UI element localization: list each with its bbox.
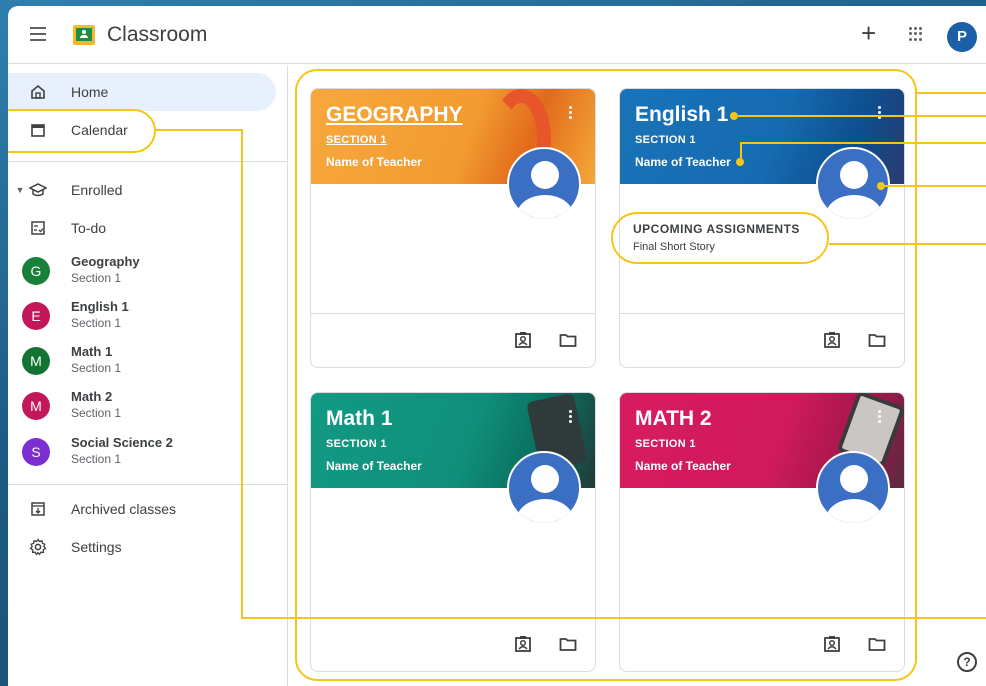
sidebar-class-math-2[interactable]: M Math 2 Section 1 <box>8 386 276 430</box>
archive-icon <box>28 499 48 519</box>
sidebar-item-enrolled[interactable]: ▼ Enrolled <box>8 171 276 209</box>
sidebar: Home Calendar ▼ Enrolled To-do G Geograp… <box>8 65 288 686</box>
folder-icon[interactable] <box>868 635 886 653</box>
class-card-math-1[interactable]: Math 1 SECTION 1 Name of Teacher <box>310 392 596 672</box>
sidebar-item-label: Archived classes <box>71 501 177 517</box>
teacher-avatar <box>816 451 890 525</box>
main-menu-icon[interactable] <box>30 27 46 41</box>
card-section[interactable]: SECTION 1 <box>326 438 387 450</box>
folder-icon[interactable] <box>868 331 886 349</box>
class-name: Math 2 <box>71 389 113 404</box>
card-more-options-icon[interactable] <box>878 106 882 122</box>
your-work-icon[interactable] <box>514 635 532 653</box>
card-section[interactable]: SECTION 1 <box>326 134 387 146</box>
class-section: Section 1 <box>71 316 122 330</box>
teacher-avatar <box>507 147 581 221</box>
sidebar-class-social-science-2[interactable]: S Social Science 2 Section 1 <box>8 432 276 476</box>
card-more-options-icon[interactable] <box>878 410 882 426</box>
class-name: Geography <box>71 254 140 269</box>
google-apps-icon[interactable] <box>909 27 923 41</box>
create-join-class-icon[interactable]: + <box>861 20 876 46</box>
class-avatar: M <box>22 347 50 375</box>
folder-icon[interactable] <box>559 635 577 653</box>
teacher-avatar <box>507 451 581 525</box>
enrolled-cap-icon <box>28 180 48 200</box>
expand-arrow-icon[interactable]: ▼ <box>10 180 30 200</box>
sidebar-item-label: Settings <box>71 539 122 555</box>
card-more-options-icon[interactable] <box>569 410 573 426</box>
card-title-link[interactable]: MATH 2 <box>635 407 712 431</box>
settings-gear-icon <box>28 537 48 557</box>
class-card-geography[interactable]: GEOGRAPHY SECTION 1 Name of Teacher <box>310 88 596 368</box>
upcoming-assignments-title: UPCOMING ASSIGNMENTS <box>633 222 800 236</box>
top-app-bar: Classroom + P <box>8 6 986 64</box>
card-teacher: Name of Teacher <box>635 459 731 473</box>
class-avatar: S <box>22 438 50 466</box>
sidebar-divider <box>8 484 288 485</box>
class-avatar: E <box>22 302 50 330</box>
upcoming-assignment-link[interactable]: Final Short Story <box>633 241 715 253</box>
your-work-icon[interactable] <box>823 331 841 349</box>
sidebar-item-label: To-do <box>71 220 107 236</box>
card-teacher: Name of Teacher <box>326 459 422 473</box>
sidebar-item-home[interactable]: Home <box>8 73 276 111</box>
sidebar-item-settings[interactable]: Settings <box>8 528 276 566</box>
class-avatar: M <box>22 392 50 420</box>
class-section: Section 1 <box>71 271 122 285</box>
calendar-icon <box>28 120 48 140</box>
teacher-avatar <box>816 147 890 221</box>
sidebar-divider <box>8 161 288 162</box>
card-footer <box>311 617 595 671</box>
card-section[interactable]: SECTION 1 <box>635 134 696 146</box>
card-teacher: Name of Teacher <box>326 155 422 169</box>
card-footer <box>620 617 904 671</box>
card-title-link[interactable]: Math 1 <box>326 407 393 431</box>
class-name: English 1 <box>71 299 129 314</box>
sidebar-item-label: Home <box>71 84 109 100</box>
class-card-english-1[interactable]: English 1 SECTION 1 Name of Teacher UPCO… <box>619 88 905 368</box>
sidebar-item-label: Calendar <box>71 122 128 138</box>
card-section[interactable]: SECTION 1 <box>635 438 696 450</box>
account-avatar[interactable]: P <box>947 22 977 52</box>
classroom-logo-icon <box>73 25 95 45</box>
card-title-link[interactable]: GEOGRAPHY <box>326 103 463 127</box>
sidebar-item-archived[interactable]: Archived classes <box>8 490 276 528</box>
help-icon[interactable]: ? <box>957 652 977 672</box>
annotation-connector <box>917 92 986 94</box>
class-section: Section 1 <box>71 452 122 466</box>
card-teacher: Name of Teacher <box>635 155 731 169</box>
class-section: Section 1 <box>71 361 122 375</box>
card-footer <box>311 313 595 367</box>
class-name: Math 1 <box>71 344 113 359</box>
sidebar-item-calendar[interactable]: Calendar <box>8 111 276 149</box>
todo-checklist-icon <box>28 218 48 238</box>
your-work-icon[interactable] <box>823 635 841 653</box>
card-more-options-icon[interactable] <box>569 106 573 122</box>
sidebar-class-english-1[interactable]: E English 1 Section 1 <box>8 296 276 340</box>
class-avatar: G <box>22 257 50 285</box>
class-name: Social Science 2 <box>71 435 173 450</box>
folder-icon[interactable] <box>559 331 577 349</box>
card-title-link[interactable]: English 1 <box>635 103 728 127</box>
class-card-math-2[interactable]: MATH 2 SECTION 1 Name of Teacher <box>619 392 905 672</box>
home-icon <box>28 82 48 102</box>
class-section: Section 1 <box>71 406 122 420</box>
sidebar-class-math-1[interactable]: M Math 1 Section 1 <box>8 341 276 385</box>
card-footer <box>620 313 904 367</box>
sidebar-item-todo[interactable]: To-do <box>8 209 276 247</box>
sidebar-item-label: Enrolled <box>71 182 123 198</box>
sidebar-class-geography[interactable]: G Geography Section 1 <box>8 251 276 295</box>
your-work-icon[interactable] <box>514 331 532 349</box>
classroom-window: Classroom + P Home Calendar ▼ Enrolled T… <box>8 6 986 686</box>
app-title[interactable]: Classroom <box>107 23 207 47</box>
